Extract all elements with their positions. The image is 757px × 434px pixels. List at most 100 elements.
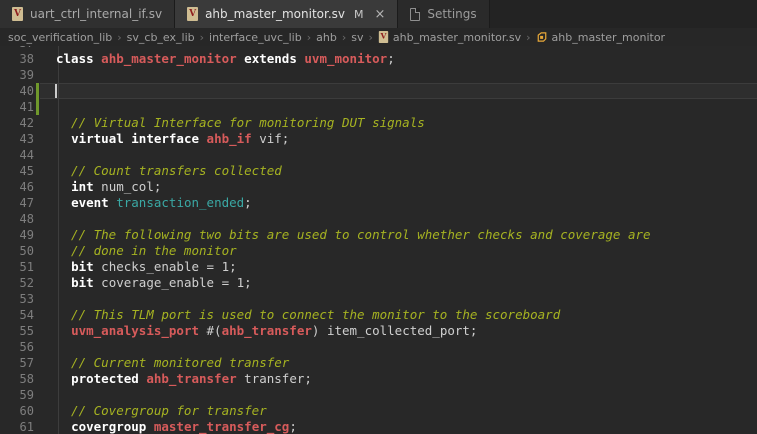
code-line-58[interactable]: 58 protected ahb_transfer transfer; <box>0 371 757 387</box>
line-content: // This TLM port is used to connect the … <box>40 307 757 323</box>
line-content: bit checks_enable = 1; <box>40 259 757 275</box>
line-number: 57 <box>0 355 34 371</box>
line-number: 56 <box>0 339 34 355</box>
code-line-46[interactable]: 46 int num_col; <box>0 179 757 195</box>
line-number: 39 <box>0 67 34 83</box>
code-line-38[interactable]: 38 class ahb_master_monitor extends uvm_m… <box>0 51 757 67</box>
breadcrumb-label: soc_verification_lib <box>8 31 112 44</box>
code-line-60[interactable]: 60 // Covergroup for transfer <box>0 403 757 419</box>
code-line-42[interactable]: 42 // Virtual Interface for monitoring D… <box>0 115 757 131</box>
line-content: // Count transfers collected <box>40 163 757 179</box>
line-number: 46 <box>0 179 34 195</box>
chevron-right-icon: › <box>200 31 204 44</box>
vscode-window: V uart_ctrl_internal_if.sv V ahb_master_… <box>0 0 757 434</box>
line-content: uvm_analysis_port #(ahb_transfer) item_c… <box>40 323 757 339</box>
breadcrumb-item-sv[interactable]: sv <box>351 31 363 44</box>
line-number: 51 <box>0 259 34 275</box>
plain-file-icon <box>410 8 420 21</box>
line-number: 59 <box>0 387 34 403</box>
line-content <box>40 147 757 163</box>
tab-label: ahb_master_monitor.sv <box>205 7 345 21</box>
line-content: virtual interface ahb_if vif; <box>40 131 757 147</box>
code-editor[interactable]: 3738class ahb_master_monitor extends uvm… <box>0 46 757 434</box>
breadcrumb-item-ahb-master-monitor[interactable]: ahb_master_monitor <box>536 31 666 44</box>
line-content <box>40 83 757 99</box>
tab-settings[interactable]: Settings <box>398 0 489 28</box>
code-line-43[interactable]: 43 virtual interface ahb_if vif; <box>0 131 757 147</box>
line-content: // Current monitored transfer <box>40 355 757 371</box>
chevron-right-icon: › <box>526 31 530 44</box>
breadcrumb-label: ahb_master_monitor <box>552 31 666 44</box>
code-line-39[interactable]: 39 <box>0 67 757 83</box>
chevron-right-icon: › <box>342 31 346 44</box>
line-number: 49 <box>0 227 34 243</box>
breadcrumb-label: sv_cb_ex_lib <box>127 31 195 44</box>
editor-tab-bar: V uart_ctrl_internal_if.sv V ahb_master_… <box>0 0 757 28</box>
line-content <box>40 211 757 227</box>
line-number: 58 <box>0 371 34 387</box>
line-number: 50 <box>0 243 34 259</box>
tab-label: uart_ctrl_internal_if.sv <box>30 7 162 21</box>
code-line-51[interactable]: 51 bit checks_enable = 1; <box>0 259 757 275</box>
line-content: int num_col; <box>40 179 757 195</box>
code-lines: 3738class ahb_master_monitor extends uvm… <box>0 46 757 434</box>
line-content: covergroup master_transfer_cg; <box>40 419 757 434</box>
breadcrumb-label: sv <box>351 31 363 44</box>
line-number: 43 <box>0 131 34 147</box>
line-content: event transaction_ended; <box>40 195 757 211</box>
code-line-59[interactable]: 59 <box>0 387 757 403</box>
tab-ahb-master-monitor[interactable]: V ahb_master_monitor.sv M × <box>175 0 398 28</box>
text-cursor <box>55 84 57 98</box>
code-line-53[interactable]: 53 <box>0 291 757 307</box>
code-line-44[interactable]: 44 <box>0 147 757 163</box>
close-icon[interactable]: × <box>375 8 386 21</box>
line-number: 38 <box>0 51 34 67</box>
line-content <box>40 339 757 355</box>
class-symbol-icon <box>536 31 548 43</box>
sv-file-icon: V <box>12 7 23 21</box>
line-number: 55 <box>0 323 34 339</box>
line-content <box>40 387 757 403</box>
breadcrumb-label: ahb <box>316 31 337 44</box>
chevron-right-icon: › <box>307 31 311 44</box>
tab-uart-ctrl-internal-if[interactable]: V uart_ctrl_internal_if.sv <box>0 0 175 28</box>
line-content: class ahb_master_monitor extends uvm_mon… <box>40 51 757 67</box>
code-line-45[interactable]: 45 // Count transfers collected <box>0 163 757 179</box>
breadcrumb-item-interface-uvc-lib[interactable]: interface_uvc_lib <box>209 31 302 44</box>
line-number: 44 <box>0 147 34 163</box>
code-line-56[interactable]: 56 <box>0 339 757 355</box>
chevron-right-icon: › <box>117 31 121 44</box>
git-modified-badge: M <box>354 8 364 21</box>
code-line-47[interactable]: 47 event transaction_ended; <box>0 195 757 211</box>
breadcrumb-item-ahb[interactable]: ahb <box>316 31 337 44</box>
line-content: // Virtual Interface for monitoring DUT … <box>40 115 757 131</box>
code-line-55[interactable]: 55 uvm_analysis_port #(ahb_transfer) ite… <box>0 323 757 339</box>
breadcrumb-item-sv-cb-ex-lib[interactable]: sv_cb_ex_lib <box>127 31 195 44</box>
line-content <box>40 99 757 115</box>
code-line-61[interactable]: 61 covergroup master_transfer_cg; <box>0 419 757 434</box>
line-content <box>40 67 757 83</box>
code-line-40[interactable]: 40 <box>0 83 757 99</box>
line-number: 61 <box>0 419 34 434</box>
code-line-49[interactable]: 49 // The following two bits are used to… <box>0 227 757 243</box>
breadcrumb: soc_verification_lib › sv_cb_ex_lib › interf… <box>0 28 757 46</box>
breadcrumb-item-soc-verification-lib[interactable]: soc_verification_lib <box>8 31 112 44</box>
code-line-41[interactable]: 41 <box>0 99 757 115</box>
line-content: // done in the monitor <box>40 243 757 259</box>
line-content: bit coverage_enable = 1; <box>40 275 757 291</box>
line-number: 41 <box>0 99 34 115</box>
tab-label: Settings <box>427 7 476 21</box>
code-line-48[interactable]: 48 <box>0 211 757 227</box>
code-line-50[interactable]: 50 // done in the monitor <box>0 243 757 259</box>
code-line-57[interactable]: 57 // Current monitored transfer <box>0 355 757 371</box>
code-line-54[interactable]: 54 // This TLM port is used to connect t… <box>0 307 757 323</box>
line-content: // Covergroup for transfer <box>40 403 757 419</box>
line-number: 40 <box>0 83 34 99</box>
code-line-52[interactable]: 52 bit coverage_enable = 1; <box>0 275 757 291</box>
line-number: 45 <box>0 163 34 179</box>
line-number: 42 <box>0 115 34 131</box>
line-content <box>40 291 757 307</box>
breadcrumb-item-ahb-master-monitor-sv[interactable]: Vahb_master_monitor.sv <box>378 30 521 44</box>
breadcrumb-label: ahb_master_monitor.sv <box>393 31 521 44</box>
line-content: // The following two bits are used to co… <box>40 227 757 243</box>
